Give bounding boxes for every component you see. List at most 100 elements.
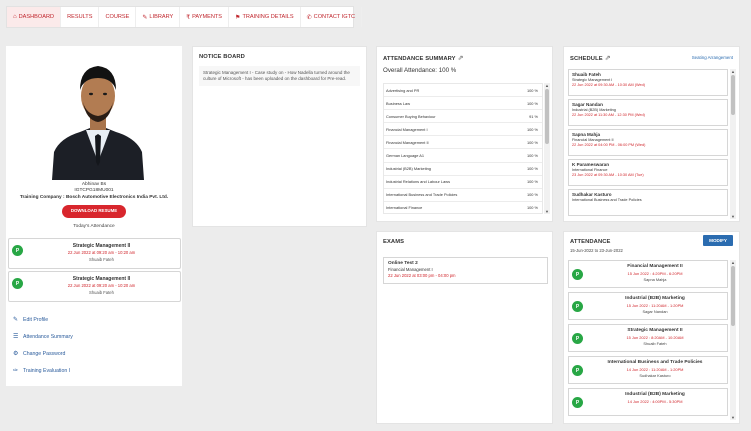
schedule-item[interactable]: Shuaib Fateh Strategic Management I 22 Jun…	[568, 69, 728, 96]
subject-percentage: 91 %	[529, 113, 538, 119]
tab-library[interactable]: ✎ LIBRARY	[136, 7, 181, 27]
attendance-faculty: Sapna Mahja	[643, 277, 667, 282]
today-session-card: P Strategic Management II 22 Jun 2022 at…	[8, 271, 181, 302]
table-row: International Business and Trade Policie…	[384, 189, 542, 202]
exam-title: Online Test 2	[388, 261, 418, 266]
attendance-item: P Financial Management II 15 Jun 2022 : 4:…	[568, 260, 728, 288]
top-nav: ⌂ DASHBOARD RESULTS COURSE ✎ LIBRARY ₹ PAYM…	[6, 6, 363, 28]
change-password-link[interactable]: ⚙ Change Password	[13, 350, 73, 358]
table-row: Advertising and PR 100 %	[384, 84, 542, 98]
attendance-item: P Industrial (B2B) Marketing 14 Jun 2022 :…	[568, 388, 728, 416]
scrollbar-thumb[interactable]	[731, 75, 735, 115]
exam-datetime: 22 Jun 2022 at 03:00 pm - 04:00 pm	[388, 273, 456, 278]
subject-name: Industrial (B2B) Marketing	[386, 166, 431, 172]
table-row: Consumer Buying Behaviour 91 %	[384, 110, 542, 124]
tab-label: CONTACT IGTC	[313, 14, 356, 20]
schedule-item[interactable]: K Parameswaran International Finance 23 Ju…	[568, 159, 728, 186]
table-row: Financial Management II 100 %	[384, 136, 542, 150]
attendance-date-range: 15-Jun-2022 to 23-Jun-2022	[570, 248, 623, 253]
subject-percentage: 100 %	[526, 179, 538, 185]
schedule-datetime: 23 Jun 2022 at 09:30 AM - 10:30 AM (Tue)	[572, 173, 644, 177]
scroll-down-icon[interactable]: ▼	[730, 214, 736, 219]
schedule-subject: Industrial (B2B) Marketing	[572, 108, 616, 112]
scrollbar[interactable]: ▲ ▼	[730, 260, 736, 420]
present-badge: P	[572, 397, 583, 408]
attendance-list: P Financial Management II 15 Jun 2022 : 4:…	[568, 260, 728, 420]
session-datetime: 22 Jun 2022 at 09:20 am - 10:20 am	[67, 283, 136, 288]
scroll-up-icon[interactable]: ▲	[730, 260, 736, 265]
attendance-item: P Industrial (B2B) Marketing 15 Jun 2022 :…	[568, 292, 728, 320]
attendance-faculty: Shuaib Fateh	[643, 341, 667, 346]
external-link-icon[interactable]: ⇗	[458, 55, 464, 62]
exam-subject: Financial Management I	[388, 267, 433, 272]
schedule-item[interactable]: Sagar Nandan Industrial (B2B) Marketing 22…	[568, 99, 728, 126]
subject-percentage: 100 %	[526, 87, 538, 93]
subject-name: International Finance	[386, 205, 423, 211]
home-icon: ⌂	[13, 14, 17, 20]
todays-attendance-label: Today's Attendance	[73, 224, 115, 229]
gear-icon: ⚙	[13, 351, 19, 357]
tab-label: PAYMENTS	[192, 14, 223, 20]
faculty-name: K Parameswaran	[572, 162, 610, 167]
avatar-illustration	[50, 52, 146, 180]
scrollbar[interactable]: ▲ ▼	[730, 69, 736, 219]
subject-name: Advertising and PR	[386, 87, 420, 93]
session-title: Strategic Management II	[72, 276, 131, 282]
pen-icon: ✑	[13, 368, 19, 374]
attendance-datetime: 15 Jun 2022 : 8:20AM - 10:20AM	[626, 335, 684, 340]
scroll-down-icon[interactable]: ▼	[544, 209, 550, 214]
tab-training-details[interactable]: ⚑ TRAINING DETAILS	[229, 7, 301, 27]
tab-payments[interactable]: ₹ PAYMENTS	[180, 7, 230, 27]
edit-profile-link[interactable]: ✎ Edit Profile	[13, 316, 73, 324]
session-faculty: Shuaib Fateh	[89, 257, 114, 262]
tab-results[interactable]: RESULTS	[61, 7, 100, 27]
today-session-card: P Strategic Management II 22 Jun 2022 at…	[8, 238, 181, 269]
tab-dashboard[interactable]: ⌂ DASHBOARD	[7, 7, 62, 27]
profile-links: ✎ Edit Profile ☰ Attendance Summary ⚙ Chang…	[13, 316, 73, 384]
download-resume-button[interactable]: DOWNLOAD RESUME	[61, 205, 127, 218]
exams-title: EXAMS	[383, 239, 405, 245]
subject-percentage: 100 %	[526, 153, 538, 159]
modify-button[interactable]: MODIFY	[703, 235, 733, 246]
exams-card: EXAMS Online Test 2 Financial Management…	[376, 231, 553, 424]
faculty-name: Sagar Nandan	[572, 102, 603, 107]
schedule-item[interactable]: Sudhakar Kasturo International Business a…	[568, 189, 728, 216]
session-title: Strategic Management II	[72, 243, 131, 249]
scroll-down-icon[interactable]: ▼	[730, 415, 736, 420]
list-icon: ☰	[13, 334, 19, 340]
table-row: Business Law 100 %	[384, 97, 542, 111]
tab-course[interactable]: COURSE	[99, 7, 137, 27]
faculty-name: Sudhakar Kasturo	[572, 192, 612, 197]
attendance-summary-link[interactable]: ☰ Attendance Summary	[13, 333, 73, 341]
attendance-subject: Industrial (B2B) Marketing	[625, 296, 685, 301]
pencil-icon: ✎	[142, 14, 148, 21]
attendance-item: P Strategic Management II 15 Jun 2022 : 8:…	[568, 324, 728, 352]
subject-percentage: 100 %	[526, 205, 538, 211]
external-link-icon[interactable]: ⇗	[605, 55, 611, 62]
schedule-subject: Financial Management II	[572, 138, 614, 142]
attendance-summary-title: ATTENDANCE SUMMARY	[383, 56, 456, 62]
rupee-icon: ₹	[186, 14, 191, 21]
overall-attendance: Overall Attendance: 100 %	[383, 67, 457, 74]
table-row: Industrial (B2B) Marketing 100 %	[384, 163, 542, 176]
link-label: Change Password	[23, 350, 66, 357]
attendance-subject: Financial Management II	[627, 264, 683, 269]
scrollbar[interactable]: ▲ ▼	[544, 83, 550, 214]
attendance-faculty: Sudhakar Kasturo	[639, 373, 671, 378]
seating-arrangement-link[interactable]: Seating Arrangement	[692, 55, 733, 60]
subject-percentage: 100 %	[526, 192, 538, 198]
scroll-up-icon[interactable]: ▲	[730, 69, 736, 74]
exam-item[interactable]: Online Test 2 Financial Management I 22 …	[383, 257, 548, 284]
scroll-up-icon[interactable]: ▲	[544, 83, 550, 88]
notice-board-title: NOTICE BOARD	[199, 54, 245, 60]
training-evaluation-link[interactable]: ✑ Training Evaluation I	[13, 367, 73, 375]
subject-name: German Language A1	[386, 153, 425, 159]
subject-name: Financial Management II	[386, 139, 429, 145]
scrollbar-thumb[interactable]	[731, 266, 735, 326]
present-badge: P	[572, 365, 583, 376]
schedule-item[interactable]: Sapna Mahja Financial Management II 22 Jun…	[568, 129, 728, 156]
tab-contact-igtc[interactable]: ✆ CONTACT IGTC	[301, 7, 363, 27]
attendance-datetime: 15 Jun 2022 : 4:20PM - 6:20PM	[627, 271, 683, 276]
scrollbar-thumb[interactable]	[545, 89, 549, 144]
profile-card: Abhinav Bs IGTCPG18MU001 Training Compan…	[6, 46, 182, 386]
